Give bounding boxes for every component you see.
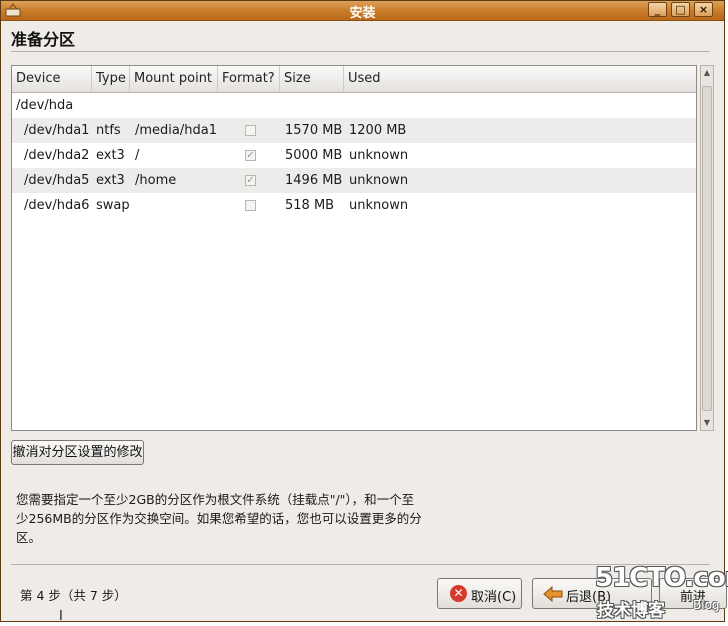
- partition-description: 您需要指定一个至少2GB的分区作为根文件系统（挂载点"/"），和一个至 少256…: [16, 490, 436, 547]
- column-header-size[interactable]: Size: [280, 66, 344, 92]
- partition-table[interactable]: Device Type Mount point Format? Size Use…: [11, 65, 697, 431]
- device-cell: /dev/hda1: [24, 123, 90, 138]
- column-header-format[interactable]: Format?: [218, 66, 280, 92]
- description-line: 您需要指定一个至少2GB的分区作为根文件系统（挂载点"/"），和一个至: [16, 492, 415, 507]
- format-checkbox[interactable]: [245, 200, 256, 211]
- scrollbar-thumb[interactable]: [702, 86, 712, 411]
- forward-button[interactable]: 前进: [659, 578, 727, 609]
- divider: [11, 51, 710, 52]
- cancel-x-icon: ✕: [450, 585, 467, 602]
- device-cell: /dev/hda: [16, 98, 74, 113]
- type-cell: ntfs: [96, 123, 121, 138]
- mount-cell: /home: [135, 173, 177, 188]
- used-cell: 1200 MB: [349, 123, 407, 138]
- close-icon[interactable]: ×: [694, 2, 713, 17]
- description-line: 少256MB的分区作为交换空间。如果您希望的话，您也可以设置更多的分: [16, 511, 422, 526]
- table-row[interactable]: /dev/hda1 ntfs /media/hda1 1570 MB 1200 …: [12, 118, 696, 143]
- step-indicator: 第 4 步（共 7 步）: [20, 588, 127, 603]
- undo-partition-changes-button[interactable]: 撤消对分区设置的修改: [11, 440, 144, 465]
- scroll-down-icon[interactable]: ▼: [701, 417, 713, 429]
- divider: [11, 564, 710, 565]
- maximize-icon[interactable]: □: [671, 2, 690, 17]
- mount-cell: /: [135, 148, 140, 163]
- table-row[interactable]: /dev/hda5 ext3 /home ✓ 1496 MB unknown: [12, 168, 696, 193]
- cancel-button[interactable]: ✕ 取消(C): [437, 578, 522, 609]
- size-cell: 1496 MB: [285, 173, 343, 188]
- installer-window: 安装 _ □ × 准备分区 Device Type Mount point Fo…: [0, 0, 728, 624]
- left-arrow-icon: [543, 586, 563, 602]
- text-cursor-icon: Ⅰ: [59, 609, 63, 624]
- format-checkbox[interactable]: ✓: [245, 175, 256, 186]
- device-cell: /dev/hda2: [24, 148, 90, 163]
- format-checkbox[interactable]: ✓: [245, 150, 256, 161]
- scroll-up-icon[interactable]: ▲: [701, 67, 713, 79]
- format-checkbox[interactable]: [245, 125, 256, 136]
- column-header-used[interactable]: Used: [344, 66, 696, 92]
- used-cell: unknown: [349, 148, 409, 163]
- table-row[interactable]: /dev/hda6 swap 518 MB unknown: [12, 193, 696, 218]
- title-bar[interactable]: 安装 _ □ ×: [1, 1, 724, 21]
- back-button-label: 后退(B): [566, 590, 612, 605]
- type-cell: swap: [96, 198, 130, 213]
- table-row-parent[interactable]: /dev/hda: [12, 93, 696, 118]
- column-header-device[interactable]: Device: [12, 66, 92, 92]
- device-cell: /dev/hda6: [24, 198, 90, 213]
- size-cell: 518 MB: [285, 198, 335, 213]
- cancel-button-label: 取消(C): [471, 590, 517, 605]
- forward-button-label: 前进: [680, 590, 707, 605]
- type-cell: ext3: [96, 148, 125, 163]
- device-cell: /dev/hda5: [24, 173, 90, 188]
- used-cell: unknown: [349, 198, 409, 213]
- column-header-type[interactable]: Type: [92, 66, 130, 92]
- description-line: 区。: [16, 530, 42, 545]
- page-title: 准备分区: [11, 30, 76, 49]
- vertical-scrollbar[interactable]: ▲ ▼: [700, 65, 714, 431]
- size-cell: 1570 MB: [285, 123, 343, 138]
- back-button[interactable]: 后退(B): [532, 578, 652, 609]
- window-title: 安装: [349, 6, 376, 21]
- column-header-mount-point[interactable]: Mount point: [130, 66, 218, 92]
- table-row[interactable]: /dev/hda2 ext3 / ✓ 5000 MB unknown: [12, 143, 696, 168]
- table-header: Device Type Mount point Format? Size Use…: [12, 66, 696, 93]
- type-cell: ext3: [96, 173, 125, 188]
- minimize-icon[interactable]: _: [648, 2, 667, 17]
- size-cell: 5000 MB: [285, 148, 343, 163]
- used-cell: unknown: [349, 173, 409, 188]
- mount-cell: /media/hda1: [135, 123, 217, 138]
